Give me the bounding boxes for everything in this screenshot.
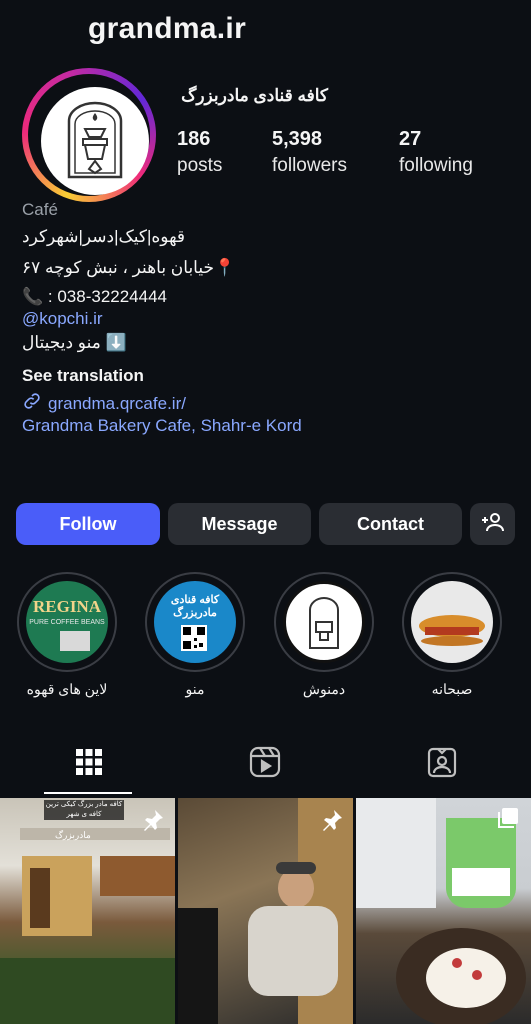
highlight-menu[interactable]: کافه قنادی مادربزرگ <box>145 572 245 672</box>
stat-following[interactable]: 27 following <box>399 128 473 177</box>
profile-category: Café <box>22 200 58 219</box>
highlight-label: صبحانه <box>431 681 473 697</box>
profile-display-name: کافه قنادی مادربزرگ <box>181 86 328 105</box>
regina-brand-text: REGINA <box>32 597 101 616</box>
location-link[interactable]: Grandma Bakery Cafe, Shahr-e Kord <box>22 416 302 436</box>
suggest-users-button[interactable] <box>470 503 515 545</box>
posts-label: posts <box>177 155 223 176</box>
post-thumbnail[interactable] <box>356 798 531 1024</box>
menu-title-text: کافه قنادی مادربزرگ <box>170 594 220 619</box>
follow-button[interactable]: Follow <box>16 503 160 545</box>
highlight-breakfast[interactable] <box>402 572 502 672</box>
highlight-herbal-tea[interactable] <box>274 572 374 672</box>
post-thumbnail[interactable] <box>178 798 353 1024</box>
following-label: following <box>399 155 473 176</box>
bio-mention-link[interactable]: @kopchi.ir <box>22 309 103 329</box>
highlight-coffee-lines[interactable]: REGINA PURE COFFEE BEANS <box>17 572 117 672</box>
qr-code-icon <box>181 625 207 651</box>
posts-count: 186 <box>177 128 211 150</box>
bio-line-1: قهوه|کیک|دسر|شهرکرد <box>22 227 186 246</box>
followers-count: 5,398 <box>272 128 323 150</box>
bio-line-2: 📍خیابان باهنر ، نبش کوچه ۶۷ <box>22 258 236 277</box>
tagged-icon[interactable] <box>425 745 459 779</box>
bio-line-5: ⬇️ منو دیجیتال <box>22 333 127 352</box>
regina-coffee-thumbnail: REGINA PURE COFFEE BEANS <box>26 581 108 663</box>
post-overlay-text: کافه مادر بزرگ کیکی ترین کافه ی شهر <box>44 800 124 820</box>
breakfast-croissant-thumbnail <box>411 581 493 663</box>
profile-username: grandma.ir <box>88 12 247 45</box>
highlight-label: منو <box>185 681 205 697</box>
pin-icon <box>141 808 165 837</box>
following-count: 27 <box>399 128 422 150</box>
grid-icon[interactable] <box>72 745 106 779</box>
pin-icon <box>320 808 344 837</box>
active-tab-indicator <box>44 792 132 794</box>
post-sign-text: مادربزرگ <box>55 830 91 840</box>
cafe-logo-icon <box>41 87 149 195</box>
contact-button[interactable]: Contact <box>319 503 462 545</box>
bio-website-link[interactable]: grandma.qrcafe.ir/ <box>22 391 186 416</box>
website-url: grandma.qrcafe.ir/ <box>48 393 186 413</box>
multiple-photos-icon <box>496 806 520 835</box>
highlight-label: دمنوش <box>302 681 346 697</box>
reels-icon[interactable] <box>248 745 282 779</box>
link-icon <box>22 391 42 416</box>
message-button[interactable]: Message <box>168 503 311 545</box>
see-translation-link[interactable]: See translation <box>22 366 144 386</box>
profile-avatar[interactable] <box>22 68 156 202</box>
bio-line-3: 📞 : 038-32224444 <box>22 287 167 306</box>
followers-label: followers <box>272 155 347 176</box>
cafe-logo-thumbnail <box>283 581 365 663</box>
add-person-icon <box>481 511 505 538</box>
stat-followers[interactable]: 5,398 followers <box>272 128 347 177</box>
regina-subtitle-text: PURE COFFEE BEANS <box>29 619 105 626</box>
post-thumbnail[interactable]: کافه مادر بزرگ کیکی ترین کافه ی شهر مادر… <box>0 798 175 1024</box>
menu-qr-thumbnail: کافه قنادی مادربزرگ <box>154 581 236 663</box>
stat-posts[interactable]: 186 posts <box>177 128 222 177</box>
highlight-label: لاین های قهوه <box>26 681 108 697</box>
